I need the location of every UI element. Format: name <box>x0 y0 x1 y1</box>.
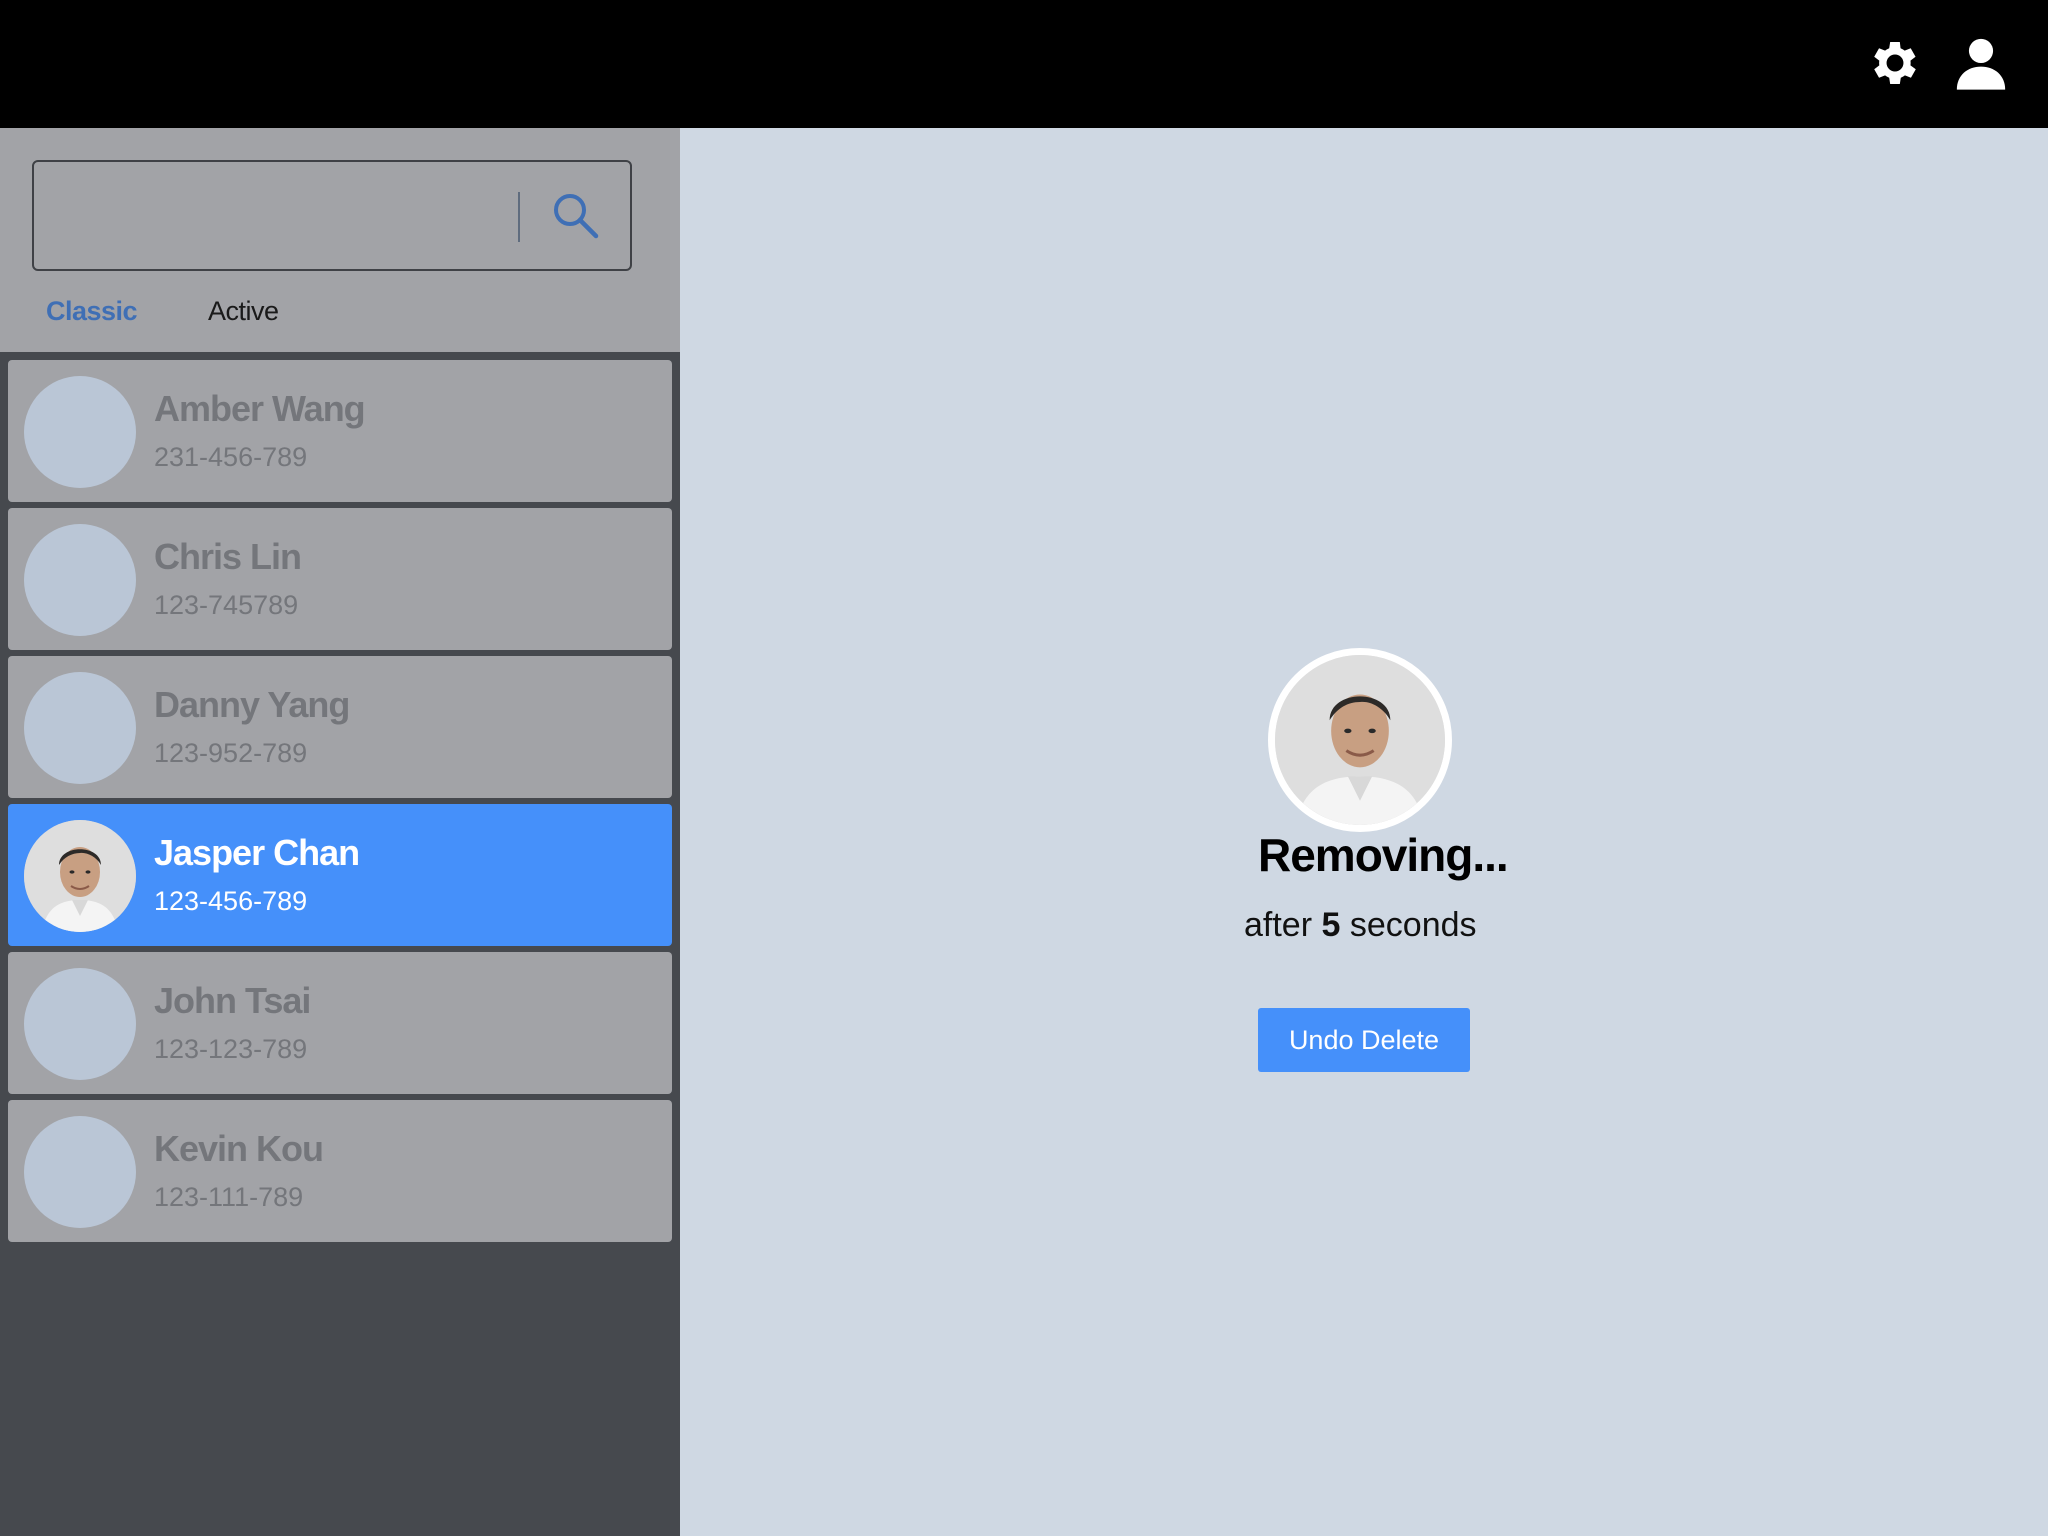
detail-panel: Removing... after 5 seconds Undo Delete <box>680 128 2048 1536</box>
contact-row-selected[interactable]: Jasper Chan 123-456-789 <box>8 804 672 946</box>
avatar <box>24 672 136 784</box>
contacts-sidebar: Classic Active Amber Wang 231-456-789 Ch… <box>0 128 680 1536</box>
search-box <box>32 160 632 271</box>
gear-icon[interactable] <box>1866 34 1924 92</box>
search-divider <box>518 192 520 242</box>
contact-list: Amber Wang 231-456-789 Chris Lin 123-745… <box>8 360 672 1248</box>
top-bar <box>0 0 2048 128</box>
removing-countdown: after 5 seconds <box>1244 906 1477 945</box>
contact-name: John Tsai <box>154 980 311 1021</box>
contact-name: Jasper Chan <box>154 832 360 873</box>
contact-phone: 123-111-789 <box>154 1182 304 1212</box>
search-input[interactable] <box>44 172 514 259</box>
contact-row[interactable]: Chris Lin 123-745789 <box>8 508 672 650</box>
contact-phone: 123-745789 <box>154 590 299 620</box>
tab-active[interactable]: Active <box>208 296 279 327</box>
sidebar-header: Classic Active <box>0 128 680 352</box>
contact-name: Amber Wang <box>154 388 366 429</box>
contact-name: Danny Yang <box>154 684 350 725</box>
contact-row[interactable]: John Tsai 123-123-789 <box>8 952 672 1094</box>
avatar <box>24 524 136 636</box>
removing-avatar-photo <box>1268 648 1452 832</box>
contact-phone: 231-456-789 <box>154 442 308 472</box>
countdown-seconds: 5 <box>1321 906 1341 944</box>
contact-row[interactable]: Amber Wang 231-456-789 <box>8 360 672 502</box>
contact-phone: 123-123-789 <box>154 1034 308 1064</box>
countdown-suffix: seconds <box>1349 906 1477 944</box>
avatar <box>24 1116 136 1228</box>
person-photo <box>24 820 136 932</box>
contact-phone: 123-456-789 <box>154 886 308 916</box>
contact-name: Chris Lin <box>154 536 302 577</box>
person-photo <box>1275 655 1445 825</box>
contact-row[interactable]: Danny Yang 123-952-789 <box>8 656 672 798</box>
countdown-prefix: after <box>1244 906 1313 944</box>
removing-title: Removing... <box>1258 829 1509 881</box>
contact-name: Kevin Kou <box>154 1128 324 1169</box>
avatar-photo <box>24 820 136 932</box>
contact-row[interactable]: Kevin Kou 123-111-789 <box>8 1100 672 1242</box>
tab-classic[interactable]: Classic <box>46 296 138 327</box>
search-icon[interactable] <box>548 188 604 244</box>
user-icon[interactable] <box>1952 34 2010 92</box>
undo-delete-button[interactable]: Undo Delete <box>1258 1008 1470 1072</box>
contact-phone: 123-952-789 <box>154 738 308 768</box>
avatar <box>24 376 136 488</box>
avatar <box>24 968 136 1080</box>
